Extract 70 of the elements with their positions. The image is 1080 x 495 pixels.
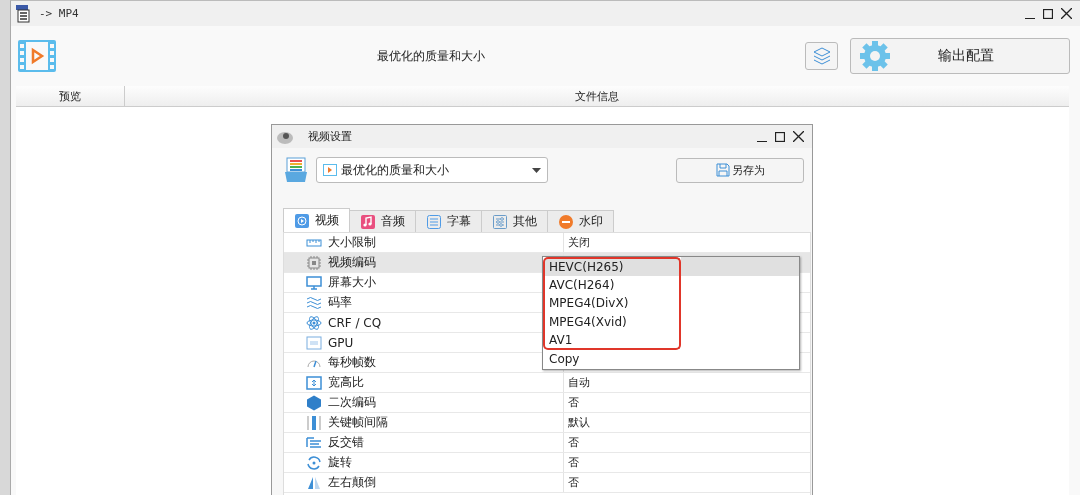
save-as-button[interactable]: 另存为	[676, 157, 804, 183]
property-name: CRF / CQ	[328, 315, 382, 330]
property-name: GPU	[328, 335, 354, 350]
tab[interactable]: 水印	[547, 210, 614, 232]
dialog-title: 视频设置	[307, 129, 353, 144]
column-header: 预览	[59, 88, 81, 104]
tab[interactable]: 音频	[349, 210, 416, 232]
atom-icon	[306, 314, 322, 331]
property-row[interactable]: 关键帧间隔 默认	[284, 413, 810, 433]
caret-icon	[532, 167, 541, 173]
badge-icon	[558, 213, 574, 230]
list-icon	[306, 434, 322, 451]
music-note-icon	[360, 213, 376, 230]
property-name: 旋转	[328, 454, 352, 471]
property-name: 关键帧间隔	[328, 414, 388, 431]
document-icon	[426, 213, 442, 230]
output-settings-button[interactable]: 输出配置	[850, 38, 1070, 74]
property-name: 视频编码	[328, 254, 376, 271]
property-name: 码率	[328, 294, 352, 311]
tray-icon	[284, 157, 308, 183]
property-value: 否	[567, 455, 579, 470]
property-name: 每秒帧数	[328, 354, 376, 371]
tab[interactable]: 其他	[481, 210, 548, 232]
film-icon	[323, 163, 337, 177]
maximize-icon[interactable]	[1043, 8, 1053, 19]
property-name: 大小限制	[328, 234, 376, 251]
dropdown-option[interactable]: Copy	[543, 349, 681, 369]
property-name: 宽高比	[328, 374, 364, 391]
property-name: 反交错	[328, 434, 364, 451]
property-value: 否	[567, 475, 579, 490]
wave-icon	[306, 294, 322, 311]
column-header: 文件信息	[575, 88, 619, 104]
dropdown-option[interactable]: HEVC(H265)	[543, 257, 681, 276]
app-icon	[15, 4, 31, 23]
tab[interactable]: 字幕	[415, 210, 482, 232]
film-play-icon	[17, 39, 57, 73]
property-row[interactable]: 左右颠倒 否	[284, 473, 810, 493]
property-value: 否	[567, 435, 579, 450]
floppy-icon	[715, 163, 730, 177]
property-value: 默认	[567, 415, 590, 430]
close-icon[interactable]	[793, 131, 804, 142]
close-icon[interactable]	[1061, 8, 1072, 19]
property-value: 自动	[567, 375, 590, 390]
layers-icon	[811, 46, 832, 66]
property-name: 二次编码	[328, 394, 376, 411]
frame-icon	[306, 374, 322, 391]
dropdown-option[interactable]: AV1	[543, 331, 681, 350]
property-name: 屏幕大小	[328, 274, 376, 291]
property-row[interactable]: 二次编码 否	[284, 393, 810, 413]
property-row[interactable]: 宽高比 自动	[284, 373, 810, 393]
sliders-icon	[492, 213, 508, 230]
property-value: 否	[567, 395, 579, 410]
tab[interactable]: 视频	[283, 208, 350, 232]
maximize-icon[interactable]	[775, 131, 785, 142]
property-row[interactable]: 旋转 否	[284, 453, 810, 473]
property-row[interactable]: 反交错 否	[284, 433, 810, 453]
monitor-icon	[306, 274, 322, 291]
dropdown-option[interactable]: MPEG4(DivX)	[543, 294, 681, 313]
card-icon	[306, 334, 322, 351]
hexagon-icon	[306, 394, 322, 411]
window-title: -> MP4	[39, 7, 80, 20]
chip-icon	[306, 254, 322, 271]
preset-select[interactable]: 最优化的质量和大小	[316, 157, 548, 183]
preset-name: 最优化的质量和大小	[377, 47, 486, 65]
bars-icon	[306, 414, 322, 431]
rotate-icon	[306, 454, 322, 471]
property-value: 关闭	[567, 235, 590, 250]
property-row[interactable]: 大小限制 关闭	[284, 233, 810, 253]
gear-icon	[859, 40, 891, 72]
property-name: 左右颠倒	[328, 474, 376, 491]
